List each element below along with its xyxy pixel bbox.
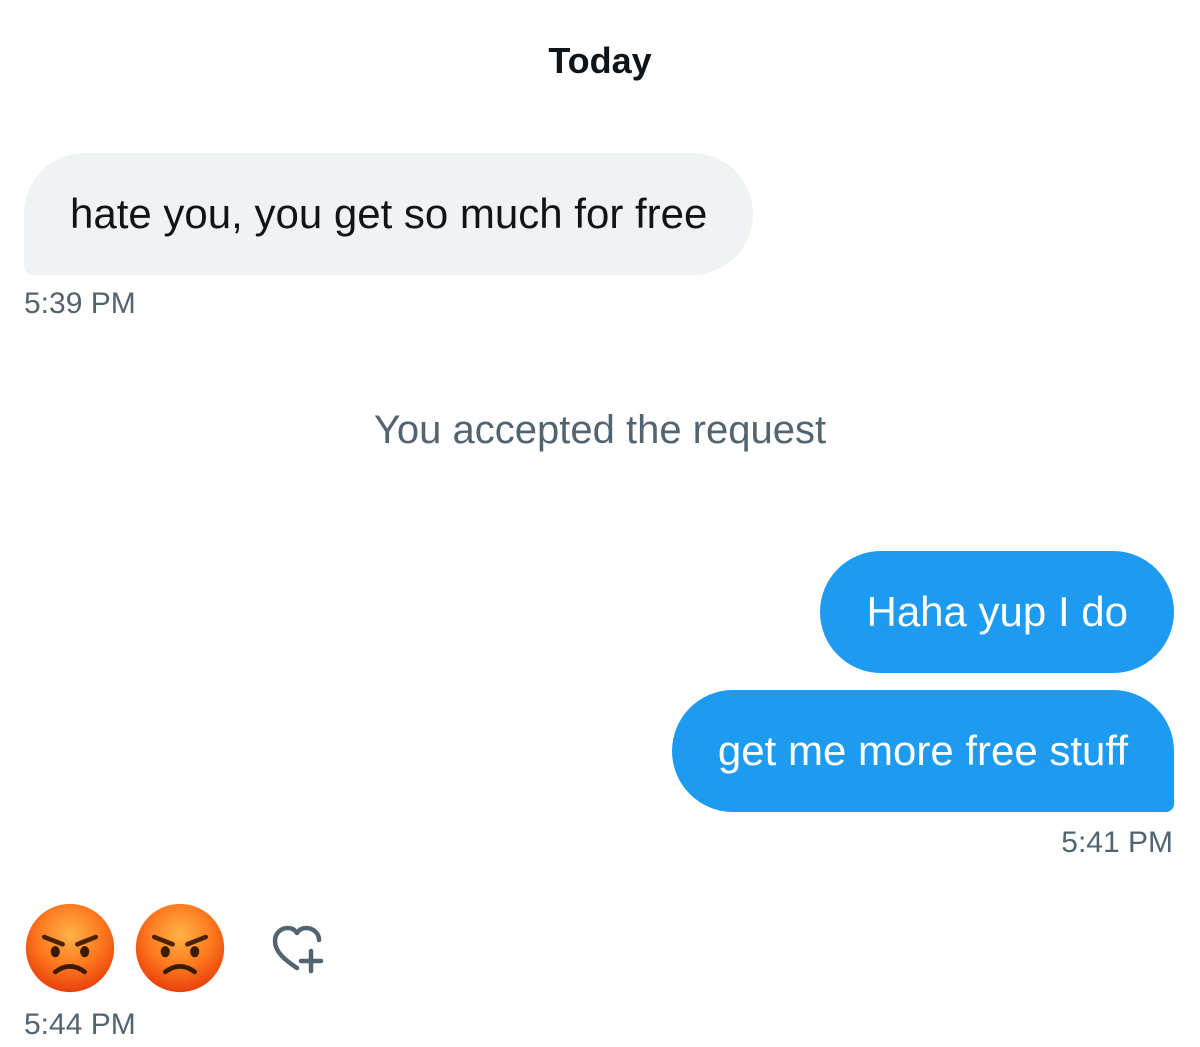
dm-conversation: Today hate you, you get so much for free… bbox=[0, 0, 1200, 1047]
heart-plus-icon bbox=[272, 925, 324, 974]
emoji-message[interactable] bbox=[24, 898, 330, 998]
message-timestamp: 5:41 PM bbox=[1061, 826, 1173, 859]
message-timestamp: 5:39 PM bbox=[24, 287, 136, 320]
date-separator: Today bbox=[548, 40, 652, 81]
sent-message-bubble[interactable]: get me more free stuff bbox=[671, 690, 1174, 812]
message-text: get me more free stuff bbox=[717, 727, 1128, 774]
add-reaction-button[interactable] bbox=[264, 915, 330, 981]
angry-face-icon bbox=[25, 903, 115, 993]
request-accepted-notice: You accepted the request bbox=[373, 408, 827, 452]
angry-face-icon bbox=[135, 903, 225, 993]
received-message-bubble[interactable]: hate you, you get so much for free bbox=[24, 153, 754, 275]
message-timestamp: 5:44 PM bbox=[24, 1008, 136, 1041]
message-text: Haha yup I do bbox=[866, 588, 1128, 635]
message-text: hate you, you get so much for free bbox=[70, 190, 708, 237]
sent-message-bubble[interactable]: Haha yup I do bbox=[820, 551, 1174, 673]
